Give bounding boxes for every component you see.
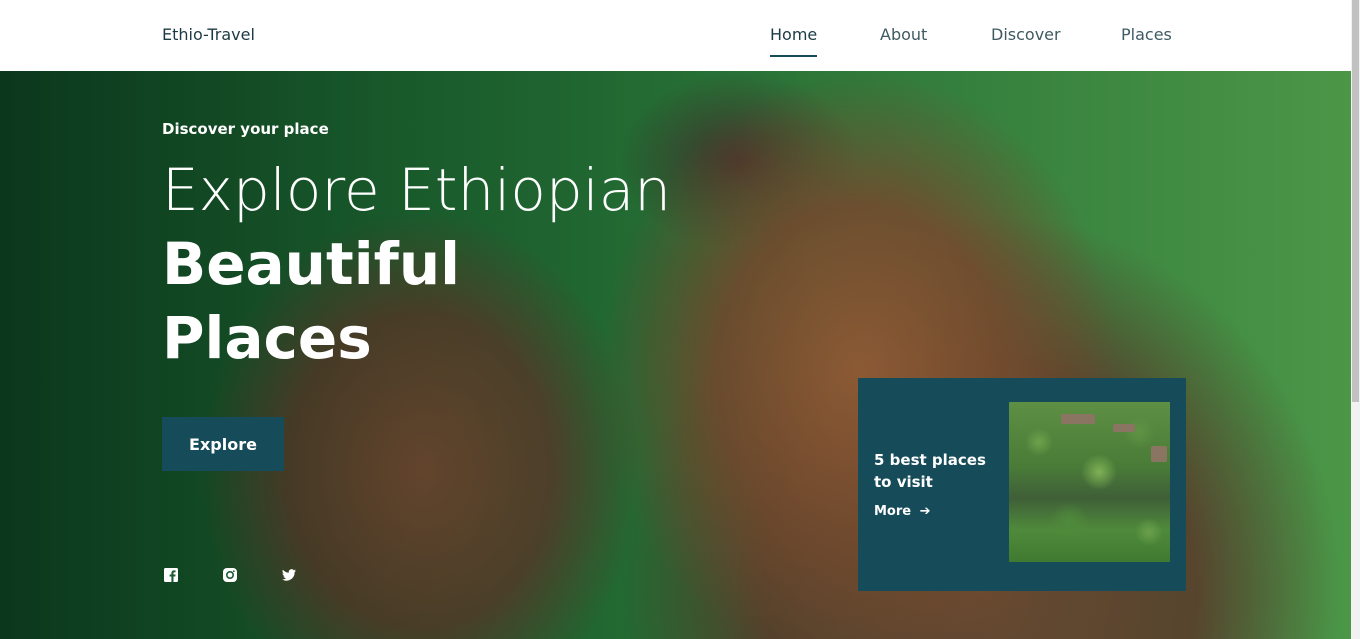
card-more-label: More [874,504,912,519]
hero-headline: Explore Ethiopian Beautiful Places [162,153,671,375]
hero-eyebrow: Discover your place [162,120,329,138]
site-header: Ethio-Travel Home About Discover Places [0,0,1351,71]
brand-logo[interactable]: Ethio-Travel [162,25,255,44]
nav-places-label: Places [1121,25,1172,44]
card-more-link[interactable]: More ➔ [874,504,931,519]
thumbnail-hut [1151,446,1167,462]
arrow-right-icon: ➔ [919,504,931,519]
nav-active-underline [770,55,818,57]
instagram-icon[interactable] [222,567,238,583]
nav-home-label: Home [770,25,818,44]
thumbnail-hut [1113,424,1135,432]
facebook-icon[interactable] [163,567,179,583]
card-title: 5 best places to visit [874,451,986,491]
headline-line-1: Explore Ethiopian [162,156,672,224]
nav-home[interactable]: Home [770,25,818,57]
hero-section: Discover your place Explore Ethiopian Be… [0,71,1351,639]
headline-line-3: Places [162,304,372,372]
featured-card[interactable]: 5 best places to visit More ➔ [858,378,1186,591]
nav-places[interactable]: Places [1121,25,1172,44]
scrollbar-thumb[interactable] [1352,0,1359,402]
card-thumbnail-image [1009,402,1170,562]
twitter-icon[interactable] [281,567,297,583]
nav-about[interactable]: About [880,25,927,44]
page-scrollbar[interactable] [1351,0,1360,639]
nav-discover-label: Discover [991,25,1061,44]
thumbnail-hut [1061,414,1095,424]
nav-about-label: About [880,25,928,44]
headline-line-2: Beautiful [162,230,460,298]
explore-button[interactable]: Explore [162,417,284,471]
nav-discover[interactable]: Discover [991,25,1061,44]
